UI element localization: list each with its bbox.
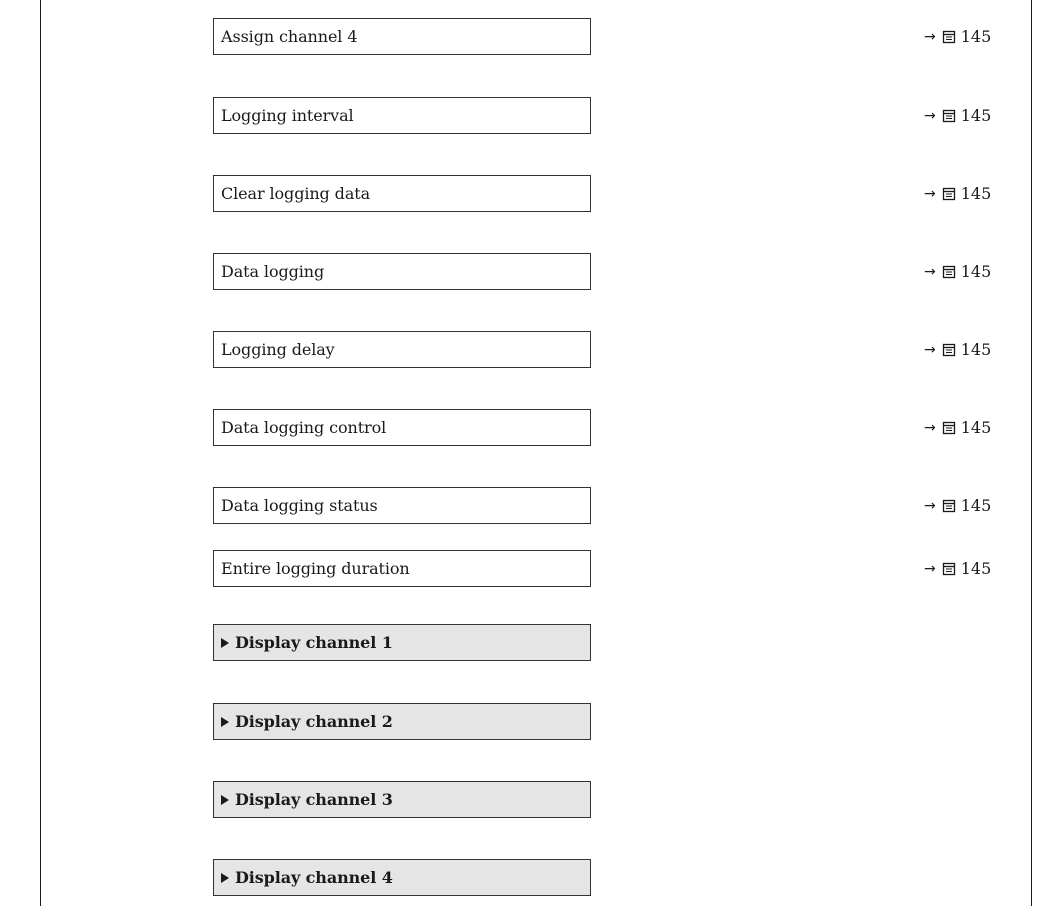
page-reference[interactable]: → 145 xyxy=(924,331,991,368)
submenu-display-channel-4[interactable]: Display channel 4 xyxy=(213,859,591,896)
page-reference[interactable]: → 145 xyxy=(924,18,991,55)
submenu-label: Display channel 3 xyxy=(235,790,393,809)
parameter-label: Data logging control xyxy=(221,418,387,437)
parameter-box-clear-logging-data[interactable]: Clear logging data xyxy=(213,175,591,212)
parameter-box-data-logging-status[interactable]: Data logging status xyxy=(213,487,591,524)
page-reference[interactable]: → 145 xyxy=(924,253,991,290)
submenu-display-channel-1[interactable]: Display channel 1 xyxy=(213,624,591,661)
parameter-label: Entire logging duration xyxy=(221,559,410,578)
page-number: 145 xyxy=(960,27,992,46)
parameter-box-entire-logging-duration[interactable]: Entire logging duration xyxy=(213,550,591,587)
page-number: 145 xyxy=(960,340,992,359)
parameter-box-logging-delay[interactable]: Logging delay xyxy=(213,331,591,368)
page-number: 145 xyxy=(960,559,992,578)
right-arrow-icon: → xyxy=(924,107,936,124)
right-arrow-icon: → xyxy=(924,497,936,514)
page-number: 145 xyxy=(960,418,992,437)
book-icon xyxy=(942,499,956,513)
right-arrow-icon: → xyxy=(924,28,936,45)
page-reference[interactable]: → 145 xyxy=(924,97,991,134)
page-number: 145 xyxy=(960,184,992,203)
parameter-box-logging-interval[interactable]: Logging interval xyxy=(213,97,591,134)
submenu-label: Display channel 4 xyxy=(235,868,393,887)
parameter-label: Assign channel 4 xyxy=(221,27,358,46)
parameter-label: Data logging xyxy=(221,262,325,281)
book-icon xyxy=(942,421,956,435)
parameter-label: Logging interval xyxy=(221,106,354,125)
menu-row: Display channel 2 xyxy=(0,703,1038,740)
parameter-box-data-logging-control[interactable]: Data logging control xyxy=(213,409,591,446)
page-number: 145 xyxy=(960,496,992,515)
page-frame-right xyxy=(1031,0,1032,906)
parameter-box-assign-channel-4[interactable]: Assign channel 4 xyxy=(213,18,591,55)
submenu-display-channel-3[interactable]: Display channel 3 xyxy=(213,781,591,818)
page-reference[interactable]: → 145 xyxy=(924,487,991,524)
menu-row: Data logging → 145 xyxy=(0,253,1038,290)
page-reference[interactable]: → 145 xyxy=(924,175,991,212)
menu-row: Assign channel 4 → 145 xyxy=(0,18,1038,55)
submenu-display-channel-2[interactable]: Display channel 2 xyxy=(213,703,591,740)
page-reference[interactable]: → 145 xyxy=(924,550,991,587)
menu-row: Logging interval → 145 xyxy=(0,97,1038,134)
book-icon xyxy=(942,109,956,123)
right-arrow-icon: → xyxy=(924,560,936,577)
book-icon xyxy=(942,562,956,576)
parameter-label: Logging delay xyxy=(221,340,335,359)
page-reference[interactable]: → 145 xyxy=(924,409,991,446)
book-icon xyxy=(942,30,956,44)
parameter-label: Clear logging data xyxy=(221,184,371,203)
page-number: 145 xyxy=(960,262,992,281)
menu-row: Entire logging duration → 145 xyxy=(0,550,1038,587)
submenu-label: Display channel 2 xyxy=(235,712,393,731)
triangle-right-icon xyxy=(221,872,229,883)
menu-row: Clear logging data → 145 xyxy=(0,175,1038,212)
right-arrow-icon: → xyxy=(924,419,936,436)
menu-row: Data logging status → 145 xyxy=(0,487,1038,524)
book-icon xyxy=(942,187,956,201)
triangle-right-icon xyxy=(221,794,229,805)
menu-row: Display channel 4 xyxy=(0,859,1038,896)
page-number: 145 xyxy=(960,106,992,125)
menu-row: Display channel 1 xyxy=(0,624,1038,661)
triangle-right-icon xyxy=(221,637,229,648)
submenu-label: Display channel 1 xyxy=(235,633,393,652)
menu-row: Logging delay → 145 xyxy=(0,331,1038,368)
right-arrow-icon: → xyxy=(924,341,936,358)
book-icon xyxy=(942,343,956,357)
page-frame-left xyxy=(40,0,41,906)
right-arrow-icon: → xyxy=(924,263,936,280)
parameter-box-data-logging[interactable]: Data logging xyxy=(213,253,591,290)
parameter-label: Data logging status xyxy=(221,496,378,515)
menu-row: Display channel 3 xyxy=(0,781,1038,818)
book-icon xyxy=(942,265,956,279)
right-arrow-icon: → xyxy=(924,185,936,202)
menu-row: Data logging control → 145 xyxy=(0,409,1038,446)
triangle-right-icon xyxy=(221,716,229,727)
